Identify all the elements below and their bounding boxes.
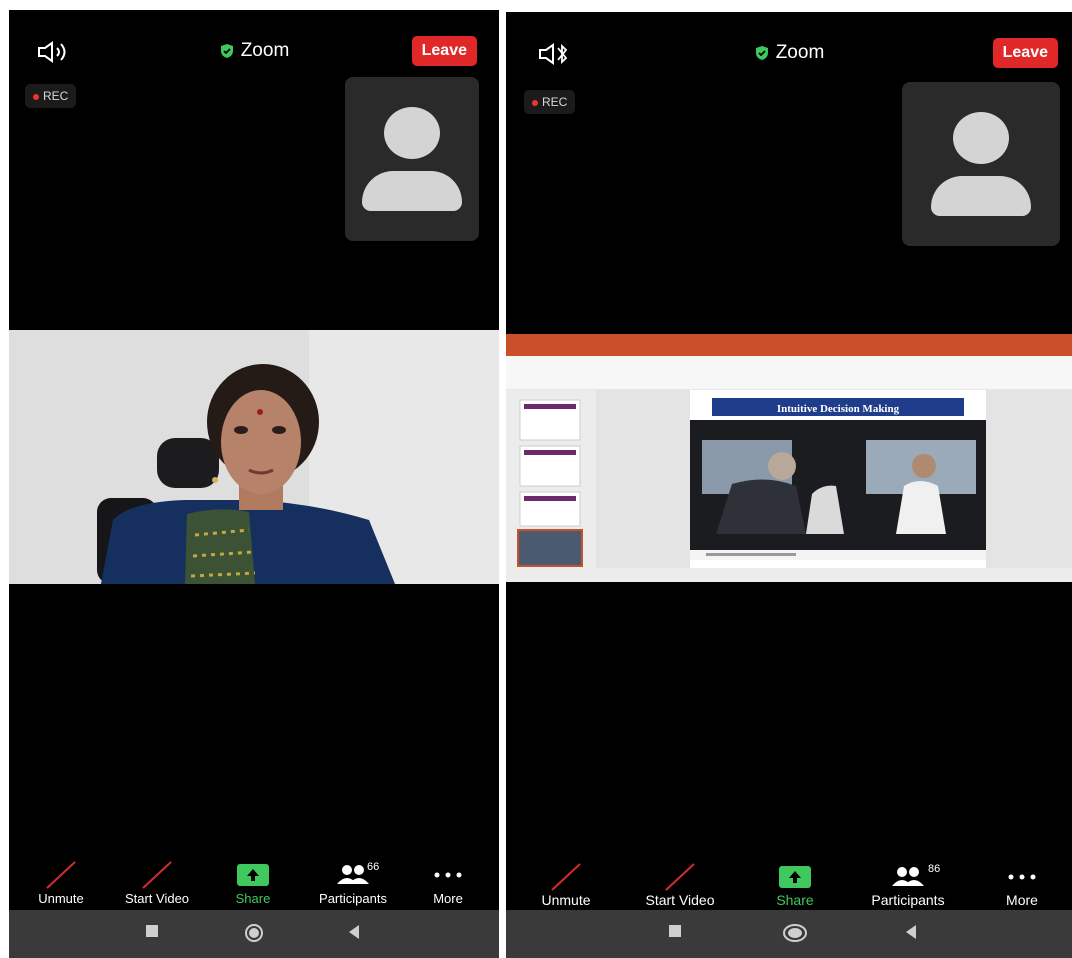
more-dots-icon — [434, 872, 462, 878]
rec-label: REC — [43, 89, 69, 103]
home-nav-icon[interactable] — [243, 924, 265, 946]
rec-badge: REC — [524, 90, 576, 114]
meeting-toolbar: Unmute Start Video Share 66 Participants — [9, 856, 499, 916]
participants-icon — [892, 867, 924, 886]
video-off-icon — [665, 863, 695, 891]
home-nav-icon[interactable] — [783, 924, 807, 946]
share-button[interactable]: Share — [221, 856, 285, 916]
rec-dot-icon — [532, 99, 538, 106]
share-label: Share — [235, 891, 271, 906]
shield-check-icon — [220, 43, 233, 58]
participants-count: 66 — [367, 861, 380, 873]
participants-count: 86 — [928, 863, 941, 875]
more-button[interactable]: More — [994, 858, 1050, 918]
shield-check-icon — [755, 45, 768, 60]
back-nav-icon[interactable] — [904, 924, 918, 940]
rec-label: REC — [542, 95, 568, 109]
android-nav-bar — [9, 910, 499, 958]
video-off-icon — [142, 861, 172, 889]
more-label: More — [1006, 892, 1038, 908]
unmute-button[interactable]: Unmute — [526, 858, 606, 918]
speaker-video-frame — [9, 330, 499, 584]
shared-screen[interactable]: Intuitive Decision Making — [506, 334, 1072, 582]
zoom-screen-2: Zoom Leave REC Intuitive Decision Making — [506, 12, 1072, 958]
participants-icon — [337, 865, 369, 884]
zoom-screen-1: Zoom Leave REC Unmute Start Video Share … — [9, 10, 499, 958]
participants-label: Participants — [319, 891, 387, 906]
unmute-label: Unmute — [541, 892, 591, 908]
more-dots-icon — [1008, 874, 1036, 880]
start-video-button[interactable]: Start Video — [634, 858, 726, 918]
android-nav-bar — [506, 910, 1072, 958]
start-video-label: Start Video — [124, 891, 190, 906]
share-arrow-icon — [779, 866, 811, 888]
avatar-torso — [931, 176, 1031, 216]
more-button[interactable]: More — [421, 856, 475, 916]
muted-mic-icon — [551, 863, 581, 891]
avatar-torso — [362, 171, 462, 211]
start-video-button[interactable]: Start Video — [117, 856, 197, 916]
rec-dot-icon — [33, 93, 39, 100]
square-nav-icon[interactable] — [668, 924, 682, 938]
slide-title: Intuitive Decision Making — [777, 403, 900, 415]
more-label: More — [433, 891, 463, 906]
avatar-head — [384, 107, 440, 159]
participants-button[interactable]: 66 Participants — [307, 856, 399, 916]
meeting-toolbar: Unmute Start Video Share 86 Participants — [506, 858, 1072, 918]
participants-button[interactable]: 86 Participants — [858, 858, 958, 918]
muted-mic-icon — [46, 861, 76, 889]
leave-button[interactable]: Leave — [992, 38, 1058, 68]
self-view-tile[interactable] — [902, 82, 1060, 246]
share-arrow-icon — [237, 864, 269, 886]
meeting-title: Zoom — [506, 42, 1072, 64]
square-nav-icon[interactable] — [145, 924, 159, 938]
title-text: Zoom — [240, 40, 290, 61]
top-bar: Zoom Leave — [506, 12, 1072, 72]
self-view-tile[interactable] — [345, 77, 479, 241]
back-nav-icon[interactable] — [347, 924, 361, 940]
title-text: Zoom — [775, 42, 825, 63]
speaker-video[interactable] — [9, 330, 499, 584]
share-label: Share — [776, 892, 814, 908]
powerpoint-window: Intuitive Decision Making — [506, 334, 1072, 582]
avatar-head — [953, 112, 1009, 164]
start-video-label: Start Video — [645, 892, 715, 908]
unmute-label: Unmute — [38, 891, 84, 906]
leave-button[interactable]: Leave — [411, 36, 477, 66]
unmute-button[interactable]: Unmute — [25, 856, 97, 916]
share-button[interactable]: Share — [760, 858, 830, 918]
rec-badge: REC — [25, 84, 77, 108]
top-bar: Zoom Leave — [9, 10, 499, 70]
participants-label: Participants — [871, 892, 945, 908]
